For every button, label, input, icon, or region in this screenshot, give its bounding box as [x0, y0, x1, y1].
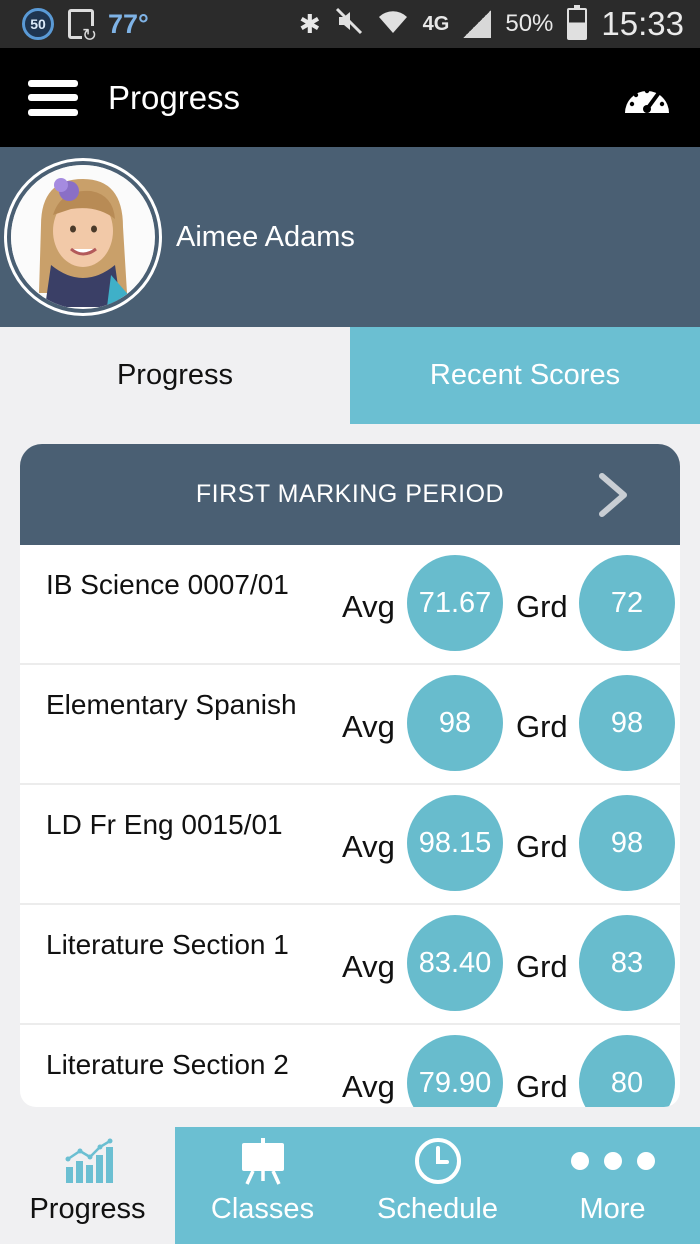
course-list: IB Science 0007/01 Avg 71.67 Grd 72 Elem…: [20, 545, 680, 1107]
course-row[interactable]: Literature Section 2 Avg 79.90 Grd 80: [20, 1025, 680, 1107]
course-row[interactable]: Literature Section 1 Avg 83.40 Grd 83: [20, 905, 680, 1025]
student-name: Aimee Adams: [176, 220, 355, 253]
average-label: Avg: [342, 589, 395, 624]
course-name: IB Science 0007/01: [46, 569, 289, 600]
average-value: 79.90: [407, 1035, 503, 1107]
chevron-right-icon[interactable]: [594, 472, 634, 518]
nav-label: Schedule: [377, 1193, 498, 1225]
nav-progress[interactable]: Progress: [0, 1127, 175, 1244]
nav-schedule[interactable]: Schedule: [350, 1127, 525, 1244]
clock-icon: [414, 1138, 461, 1184]
marking-period-header: FIRST MARKING PERIOD: [20, 444, 680, 545]
battery-percent-text: 50%: [505, 10, 554, 37]
network-type-text: 4G: [422, 13, 450, 35]
course-row[interactable]: LD Fr Eng 0015/01 Avg 98.15 Grd 98: [20, 785, 680, 905]
grade-value: 98: [579, 675, 675, 771]
average-value: 98.15: [407, 795, 503, 891]
nav-label: Classes: [210, 1193, 315, 1225]
average-label: Avg: [342, 709, 395, 744]
grade-value: 80: [579, 1035, 675, 1107]
grade-value: 83: [579, 915, 675, 1011]
grade-label: Grd: [516, 589, 568, 624]
app-bar: Progress: [0, 48, 700, 147]
course-row[interactable]: Elementary Spanish Avg 98 Grd 98: [20, 665, 680, 785]
average-label: Avg: [342, 1069, 395, 1104]
grade-value: 98: [579, 795, 675, 891]
grade-label: Grd: [516, 1069, 568, 1104]
nav-more[interactable]: More: [525, 1127, 700, 1244]
wifi-icon: [377, 7, 409, 42]
grade-label: Grd: [516, 829, 568, 864]
student-profile-header: Aimee Adams: [0, 147, 700, 327]
temperature-text: 77°: [108, 8, 149, 39]
grade-label: Grd: [516, 949, 568, 984]
sync-icon: [68, 9, 97, 44]
course-name: Elementary Spanish: [46, 689, 297, 720]
notification-badge-icon: 50: [22, 8, 54, 40]
marking-period-title: FIRST MARKING PERIOD: [195, 480, 505, 508]
grade-value: 72: [579, 555, 675, 651]
bar-chart-icon: [65, 1138, 113, 1183]
course-name: LD Fr Eng 0015/01: [46, 809, 283, 840]
course-name: Literature Section 1: [46, 929, 289, 960]
status-bar: 50 77° ✱ 4G 50% 15:33: [0, 0, 700, 48]
avatar[interactable]: [4, 158, 162, 316]
hamburger-menu-icon[interactable]: [28, 79, 78, 116]
easel-icon: [241, 1138, 284, 1185]
average-label: Avg: [342, 829, 395, 864]
clock-time-text: 15:33: [601, 5, 684, 42]
average-value: 71.67: [407, 555, 503, 651]
signal-icon: [463, 10, 492, 38]
course-row[interactable]: IB Science 0007/01 Avg 71.67 Grd 72: [20, 545, 680, 665]
gauge-icon[interactable]: [622, 80, 672, 116]
grade-label: Grd: [516, 709, 568, 744]
nav-classes[interactable]: Classes: [175, 1127, 350, 1244]
nav-label: Progress: [29, 1193, 146, 1225]
mute-icon: [335, 7, 363, 42]
view-tabs: Progress Recent Scores: [0, 327, 700, 424]
average-label: Avg: [342, 949, 395, 984]
average-value: 98: [407, 675, 503, 771]
bluetooth-icon: ✱: [298, 8, 321, 39]
page-title: Progress: [108, 78, 241, 116]
nav-label: More: [579, 1193, 646, 1225]
course-name: Literature Section 2: [46, 1049, 289, 1080]
average-value: 83.40: [407, 915, 503, 1011]
tab-progress[interactable]: Progress: [0, 327, 350, 424]
tab-recent-scores[interactable]: Recent Scores: [350, 327, 700, 424]
battery-icon: [567, 5, 588, 40]
student-photo: [11, 165, 155, 309]
bottom-navigation: Progress Classes Schedule More: [0, 1127, 700, 1244]
more-dots-icon: [570, 1152, 655, 1170]
